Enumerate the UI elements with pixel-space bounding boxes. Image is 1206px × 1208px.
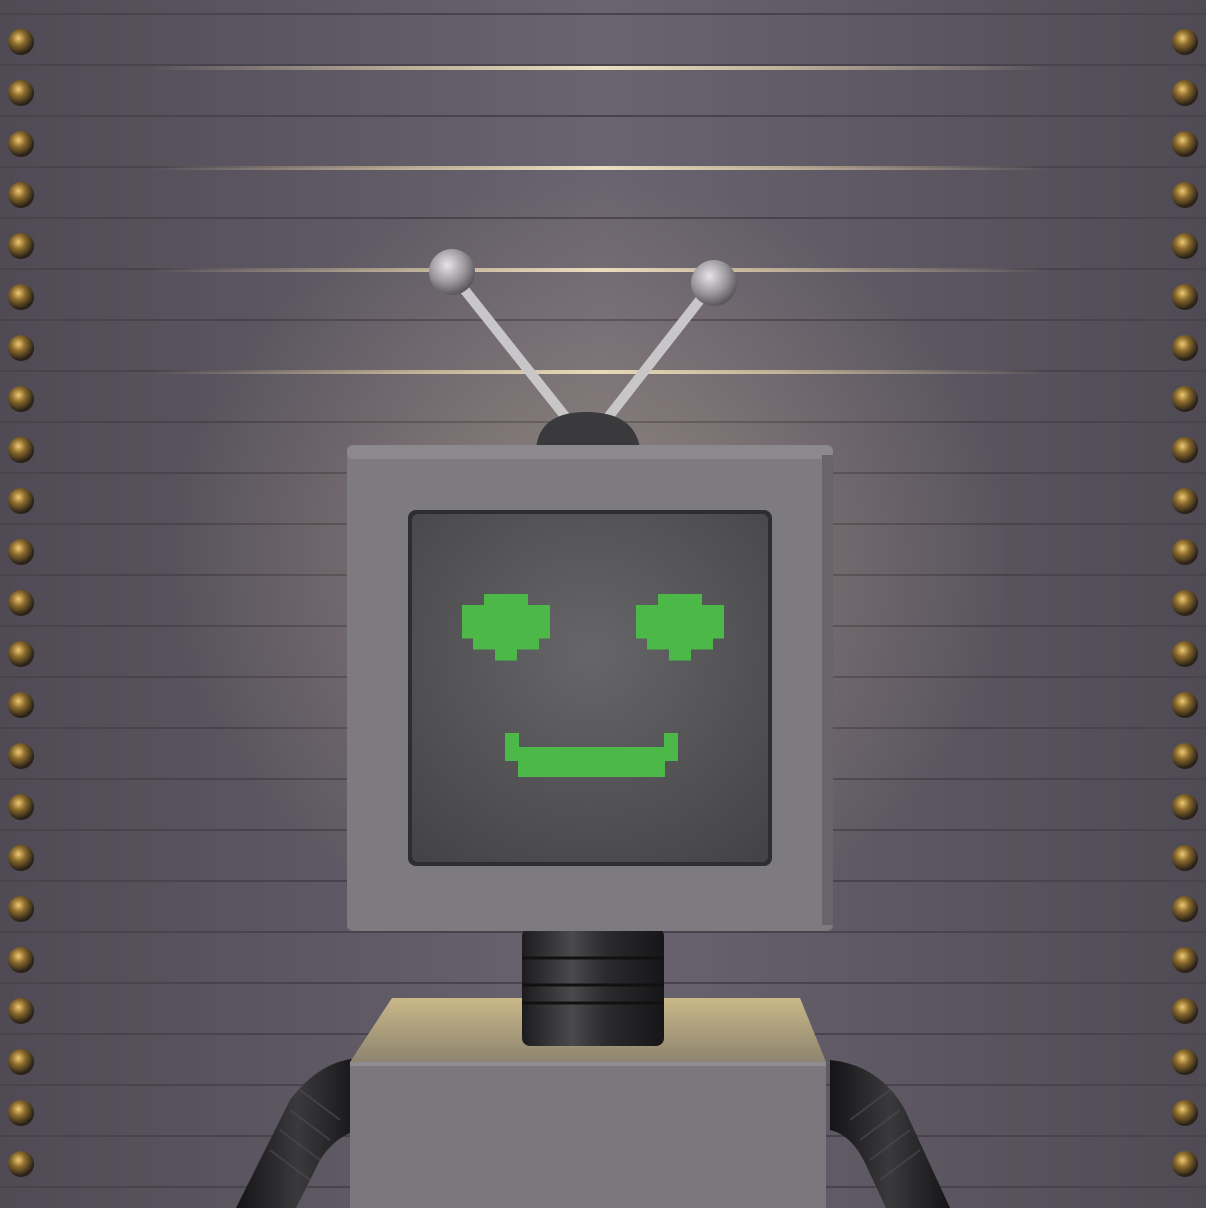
mouth-left-corner xyxy=(505,733,519,761)
plank-highlight xyxy=(150,166,1050,170)
rivet-icon xyxy=(1172,1049,1198,1075)
rivet-icon xyxy=(1172,845,1198,871)
antenna-ball-icon xyxy=(429,249,475,295)
rivet-icon xyxy=(1172,1151,1198,1177)
tv-top-edge xyxy=(347,445,833,459)
eye-pixel-row xyxy=(495,649,517,661)
rivet-icon xyxy=(1172,29,1198,55)
eye-pixel-row xyxy=(473,638,539,650)
rivet-icon xyxy=(1172,182,1198,208)
mouth-bar xyxy=(518,747,665,777)
rivet-icon xyxy=(1172,488,1198,514)
rivet-icon xyxy=(8,743,34,769)
rivet-icon xyxy=(8,947,34,973)
eye-pixel-row xyxy=(462,605,550,617)
eye-pixel-row xyxy=(669,649,691,661)
rivet-column-left xyxy=(8,29,34,1177)
rivet-icon xyxy=(1172,1100,1198,1126)
tv-screen xyxy=(412,514,768,862)
rivet-icon xyxy=(1172,641,1198,667)
rivet-icon xyxy=(8,794,34,820)
rivet-icon xyxy=(1172,131,1198,157)
rivet-icon xyxy=(8,437,34,463)
rivet-icon xyxy=(1172,80,1198,106)
plank-highlight xyxy=(150,66,1050,70)
rivet-icon xyxy=(1172,743,1198,769)
neck-cylinder xyxy=(522,928,664,1046)
eye-pixel-row xyxy=(636,605,724,617)
rivet-icon xyxy=(8,641,34,667)
rivet-icon xyxy=(1172,692,1198,718)
rivet-icon xyxy=(1172,335,1198,361)
eye-pixel-row xyxy=(462,627,550,639)
rivet-icon xyxy=(8,131,34,157)
rivet-icon xyxy=(1172,233,1198,259)
torso-edge xyxy=(350,1062,826,1066)
rivet-icon xyxy=(8,1151,34,1177)
eye-pixel-row xyxy=(647,638,713,650)
eye-pixel-row xyxy=(658,594,702,606)
rivet-icon xyxy=(1172,437,1198,463)
rivet-icon xyxy=(8,284,34,310)
torso-front xyxy=(350,1062,826,1208)
rivet-icon xyxy=(8,896,34,922)
mouth-right-corner xyxy=(664,733,678,761)
rivet-icon xyxy=(1172,998,1198,1024)
rivet-icon xyxy=(8,692,34,718)
rivet-icon xyxy=(8,998,34,1024)
rivet-icon xyxy=(1172,284,1198,310)
rivet-icon xyxy=(8,386,34,412)
rivet-icon xyxy=(8,488,34,514)
robot-neck xyxy=(522,928,664,1046)
rivet-icon xyxy=(8,80,34,106)
eye-pixel-row xyxy=(484,594,528,606)
rivet-icon xyxy=(1172,590,1198,616)
robot-illustration xyxy=(0,0,1206,1208)
rivet-column-right xyxy=(1172,29,1198,1177)
rivet-icon xyxy=(8,1100,34,1126)
eye-pixel-row xyxy=(462,616,550,628)
rivet-icon xyxy=(8,1049,34,1075)
tv-head xyxy=(347,445,833,931)
rivet-icon xyxy=(1172,947,1198,973)
rivet-icon xyxy=(1172,539,1198,565)
rivet-icon xyxy=(8,590,34,616)
rivet-icon xyxy=(1172,794,1198,820)
tv-side-shade xyxy=(822,455,833,925)
rivet-icon xyxy=(1172,896,1198,922)
rivet-icon xyxy=(1172,386,1198,412)
rivet-icon xyxy=(8,845,34,871)
eye-pixel-row xyxy=(636,627,724,639)
rivet-icon xyxy=(8,233,34,259)
robot-scene xyxy=(0,0,1206,1208)
rivet-icon xyxy=(8,335,34,361)
rivet-icon xyxy=(8,539,34,565)
antenna-ball-icon xyxy=(691,260,737,306)
rivet-icon xyxy=(8,29,34,55)
eye-pixel-row xyxy=(636,616,724,628)
rivet-icon xyxy=(8,182,34,208)
